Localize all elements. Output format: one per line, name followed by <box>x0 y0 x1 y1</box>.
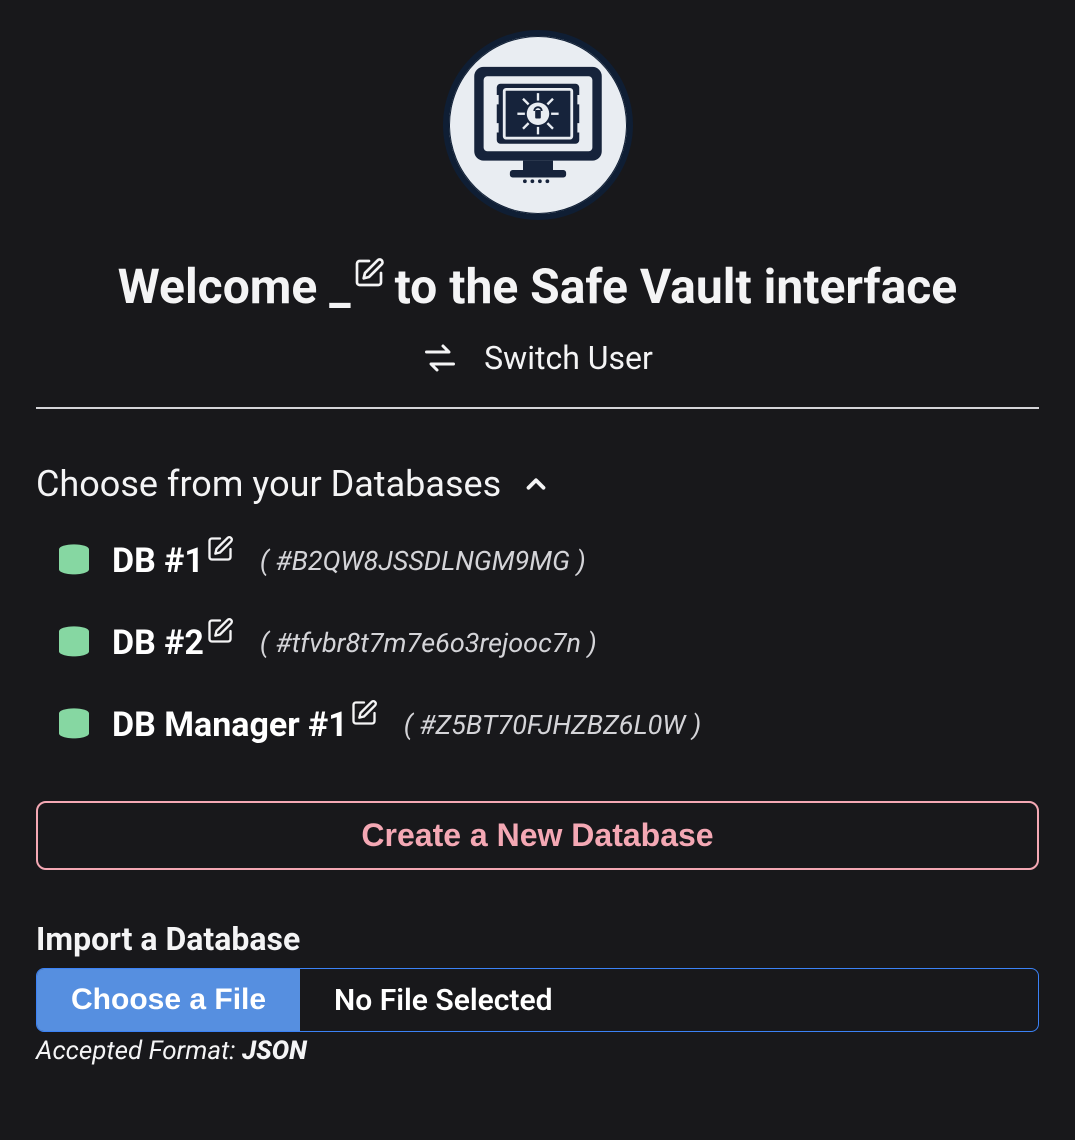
database-row[interactable]: DB #1 ( #B2QW8JSSDLNGM9MG ) <box>54 541 1039 581</box>
database-id: ( #Z5BT70FJHZBZ6L0W ) <box>404 709 701 741</box>
edit-database-icon[interactable] <box>350 699 378 727</box>
switch-user-button[interactable]: Switch User <box>422 339 653 377</box>
database-name: DB #2 <box>112 623 234 663</box>
database-name: DB Manager #1 <box>112 705 378 745</box>
database-id: ( #B2QW8JSSDLNGM9MG ) <box>260 545 586 577</box>
app-logo <box>443 30 633 220</box>
switch-icon <box>422 340 458 376</box>
choose-file-button[interactable]: Choose a File <box>37 969 300 1031</box>
database-id: ( #tfvbr8t7m7e6o3rejooc7n ) <box>260 627 597 659</box>
database-icon <box>54 623 94 663</box>
welcome-text-post: to the Safe Vault interface <box>395 258 958 315</box>
databases-section-title: Choose from your Databases <box>36 463 501 505</box>
welcome-heading: Welcome _ to the Safe Vault interface <box>118 258 957 315</box>
chevron-up-icon <box>521 469 551 499</box>
edit-database-icon[interactable] <box>206 535 234 563</box>
database-icon <box>54 705 94 745</box>
database-row[interactable]: DB Manager #1 ( #Z5BT70FJHZBZ6L0W ) <box>54 705 1039 745</box>
database-name: DB #1 <box>112 541 234 581</box>
database-list: DB #1 ( #B2QW8JSSDLNGM9MG ) DB #2 ( #tfvbr8… <box>36 541 1039 745</box>
database-row[interactable]: DB #2 ( #tfvbr8t7m7e6o3rejooc7n ) <box>54 623 1039 663</box>
file-status-text: No File Selected <box>300 969 1038 1031</box>
edit-username-icon[interactable] <box>353 257 385 289</box>
databases-section-toggle[interactable]: Choose from your Databases <box>36 463 1039 505</box>
switch-user-label: Switch User <box>484 339 653 377</box>
database-icon <box>54 541 94 581</box>
welcome-text-pre: Welcome _ <box>118 258 351 315</box>
file-input-row: Choose a File No File Selected <box>36 968 1039 1032</box>
create-database-button[interactable]: Create a New Database <box>36 801 1039 870</box>
edit-database-icon[interactable] <box>206 617 234 645</box>
divider <box>36 407 1039 409</box>
import-section-label: Import a Database <box>36 920 1039 958</box>
accepted-format-text: Accepted Format: JSON <box>36 1036 1039 1066</box>
